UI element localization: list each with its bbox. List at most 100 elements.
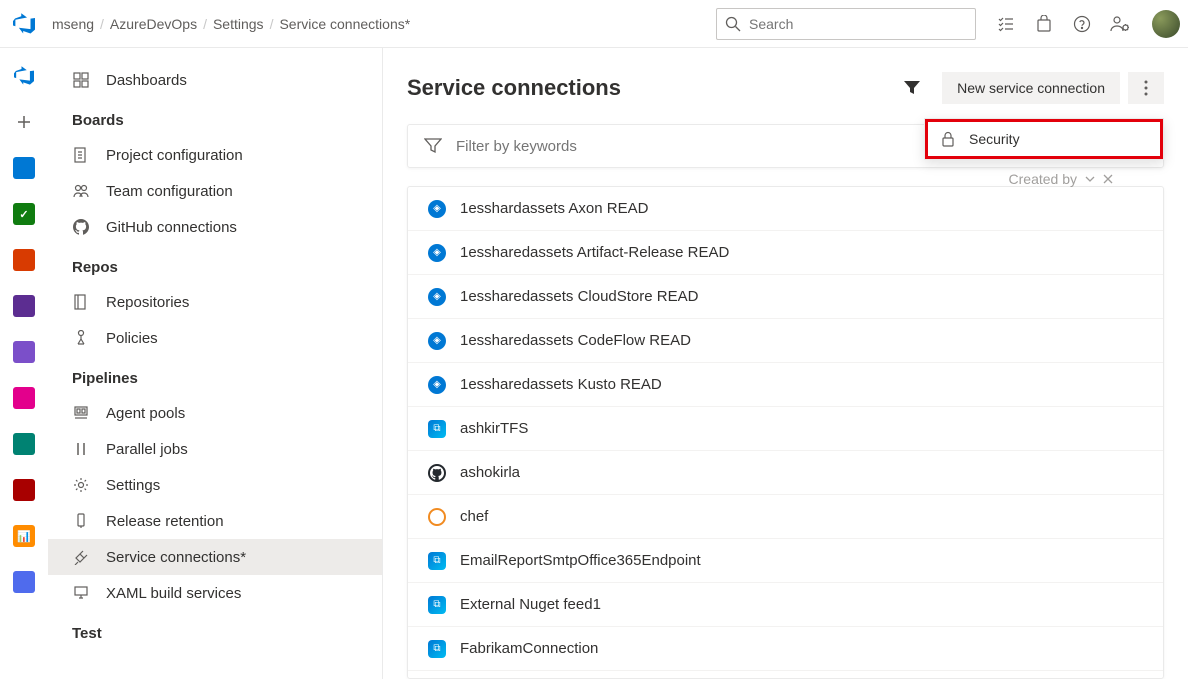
breadcrumb-item[interactable]: mseng bbox=[52, 16, 94, 32]
github-icon bbox=[72, 219, 90, 235]
connection-row[interactable]: ◈ 1essharedassets Kusto READ bbox=[408, 363, 1163, 407]
breadcrumb-item[interactable]: Service connections* bbox=[279, 16, 410, 32]
rail-project-8[interactable] bbox=[8, 474, 40, 506]
rail-new[interactable] bbox=[8, 106, 40, 138]
rail-project-9[interactable]: 📊 bbox=[8, 520, 40, 552]
connection-name: 1essharedassets Artifact-Release READ bbox=[460, 244, 729, 261]
sidebar-item-label: GitHub connections bbox=[106, 219, 237, 236]
content-header: Service connections New service connecti… bbox=[407, 72, 1164, 104]
sidebar-item[interactable]: Agent pools bbox=[48, 395, 382, 431]
menu-item-label: Security bbox=[969, 131, 1020, 147]
sidebar-item-label: Settings bbox=[106, 477, 160, 494]
help-icon[interactable] bbox=[1072, 14, 1092, 34]
connection-type-icon: ◈ bbox=[428, 376, 446, 394]
connection-type-icon bbox=[428, 508, 446, 526]
task-list-icon[interactable] bbox=[996, 14, 1016, 34]
breadcrumb-item[interactable]: Settings bbox=[213, 16, 264, 32]
connection-row[interactable]: ◈ 1esshardassets Axon READ bbox=[408, 187, 1163, 231]
marketplace-icon[interactable] bbox=[1034, 14, 1054, 34]
connection-type-icon: ⧉ bbox=[428, 596, 446, 614]
plug-icon bbox=[72, 549, 90, 565]
rail-project-10[interactable] bbox=[8, 566, 40, 598]
sidebar-item-label: Policies bbox=[106, 330, 158, 347]
sidebar-item[interactable]: Team configuration bbox=[48, 173, 382, 209]
filter-funnel-button[interactable] bbox=[894, 72, 930, 104]
connection-row[interactable]: chef bbox=[408, 495, 1163, 539]
dashboard-icon bbox=[72, 72, 90, 88]
sidebar-item-label: XAML build services bbox=[106, 585, 241, 602]
sidebar-item-label: Service connections* bbox=[106, 549, 246, 566]
sidebar-item[interactable]: Project configuration bbox=[48, 137, 382, 173]
connection-name: FabrikamConnection bbox=[460, 640, 598, 657]
connection-row[interactable]: ◈ 1essharedassets CloudStore READ bbox=[408, 275, 1163, 319]
search-input[interactable] bbox=[749, 16, 967, 32]
settings-sidebar[interactable]: DashboardsBoards Project configuration Tea… bbox=[48, 48, 383, 679]
connection-name: External Nuget feed1 bbox=[460, 596, 601, 613]
connection-type-icon: ⧉ bbox=[428, 420, 446, 438]
sidebar-item[interactable]: Repositories bbox=[48, 284, 382, 320]
user-settings-icon[interactable] bbox=[1110, 14, 1130, 34]
content: Service connections New service connecti… bbox=[383, 48, 1188, 679]
connection-name: 1essharedassets Kusto READ bbox=[460, 376, 662, 393]
lock-icon bbox=[941, 131, 955, 147]
rail-azure-devops[interactable] bbox=[8, 60, 40, 92]
connection-row[interactable]: ⧉EmailReportSmtpOffice365Endpoint bbox=[408, 539, 1163, 583]
rail-project-1[interactable] bbox=[8, 152, 40, 184]
sidebar-item[interactable]: XAML build services bbox=[48, 575, 382, 611]
connection-name: 1essharedassets CloudStore READ bbox=[460, 288, 698, 305]
connection-row[interactable]: ⧉ FabrikamConnection bbox=[408, 627, 1163, 671]
sidebar-item[interactable]: GitHub connections bbox=[48, 209, 382, 245]
search-icon bbox=[725, 16, 741, 32]
sidebar-item[interactable]: Policies bbox=[48, 320, 382, 356]
header-icons bbox=[996, 10, 1180, 38]
connection-name: ashokirla bbox=[460, 464, 520, 481]
rail-project-2[interactable]: ✓ bbox=[8, 198, 40, 230]
rail-project-4[interactable] bbox=[8, 290, 40, 322]
sidebar-heading: Test bbox=[48, 611, 382, 650]
parallel-icon bbox=[72, 441, 90, 457]
more-actions-button[interactable] bbox=[1128, 72, 1164, 104]
connection-type-icon: ◈ bbox=[428, 200, 446, 218]
connection-list[interactable]: ◈1esshardassets Axon READ◈1essharedasset… bbox=[407, 186, 1164, 679]
menu-item-security[interactable]: Security bbox=[925, 119, 1163, 159]
sidebar-item-label: Project configuration bbox=[106, 147, 243, 164]
rail-project-3[interactable] bbox=[8, 244, 40, 276]
connection-row[interactable]: ◈1essharedassets CodeFlow READ bbox=[408, 319, 1163, 363]
user-avatar[interactable] bbox=[1152, 10, 1180, 38]
sidebar-item[interactable]: Parallel jobs bbox=[48, 431, 382, 467]
filter-icon bbox=[424, 138, 442, 154]
sidebar-item[interactable]: Service connections* bbox=[48, 539, 382, 575]
connection-row[interactable]: ⧉ External Nuget feed1 bbox=[408, 583, 1163, 627]
release-icon bbox=[72, 513, 90, 529]
breadcrumb: mseng/AzureDevOps/Settings/Service conne… bbox=[52, 16, 716, 32]
xaml-icon bbox=[72, 585, 90, 601]
connection-row[interactable]: ⧉ashkirTFS bbox=[408, 407, 1163, 451]
connection-row[interactable]: ◈1essharedassets Artifact-Release READ bbox=[408, 231, 1163, 275]
page-title: Service connections bbox=[407, 75, 894, 101]
sidebar-item-label: Repositories bbox=[106, 294, 189, 311]
search-box[interactable] bbox=[716, 8, 976, 40]
connection-type-icon bbox=[428, 464, 446, 482]
azure-devops-logo[interactable] bbox=[8, 8, 40, 40]
connection-name: EmailReportSmtpOffice365Endpoint bbox=[460, 552, 701, 569]
connection-row[interactable]: ashokirla bbox=[408, 451, 1163, 495]
more-actions-menu: Security Created by bbox=[924, 118, 1164, 160]
new-service-connection-button[interactable]: New service connection bbox=[942, 72, 1120, 104]
sidebar-item[interactable]: Dashboards bbox=[48, 62, 382, 98]
connection-name: 1esshardassets Axon READ bbox=[460, 200, 648, 217]
rail-project-5[interactable] bbox=[8, 336, 40, 368]
rail-project-6[interactable] bbox=[8, 382, 40, 414]
sidebar-item-label: Release retention bbox=[106, 513, 224, 530]
agent-icon bbox=[72, 405, 90, 421]
repo-icon bbox=[72, 294, 90, 310]
top-bar: mseng/AzureDevOps/Settings/Service conne… bbox=[0, 0, 1188, 48]
rail-project-7[interactable] bbox=[8, 428, 40, 460]
connection-type-icon: ⧉ bbox=[428, 640, 446, 658]
sidebar-heading: Boards bbox=[48, 98, 382, 137]
connection-type-icon: ◈ bbox=[428, 288, 446, 306]
breadcrumb-item[interactable]: AzureDevOps bbox=[110, 16, 197, 32]
sidebar-item-label: Agent pools bbox=[106, 405, 185, 422]
sidebar-item[interactable]: Settings bbox=[48, 467, 382, 503]
sidebar-item[interactable]: Release retention bbox=[48, 503, 382, 539]
connection-name: 1essharedassets CodeFlow READ bbox=[460, 332, 691, 349]
